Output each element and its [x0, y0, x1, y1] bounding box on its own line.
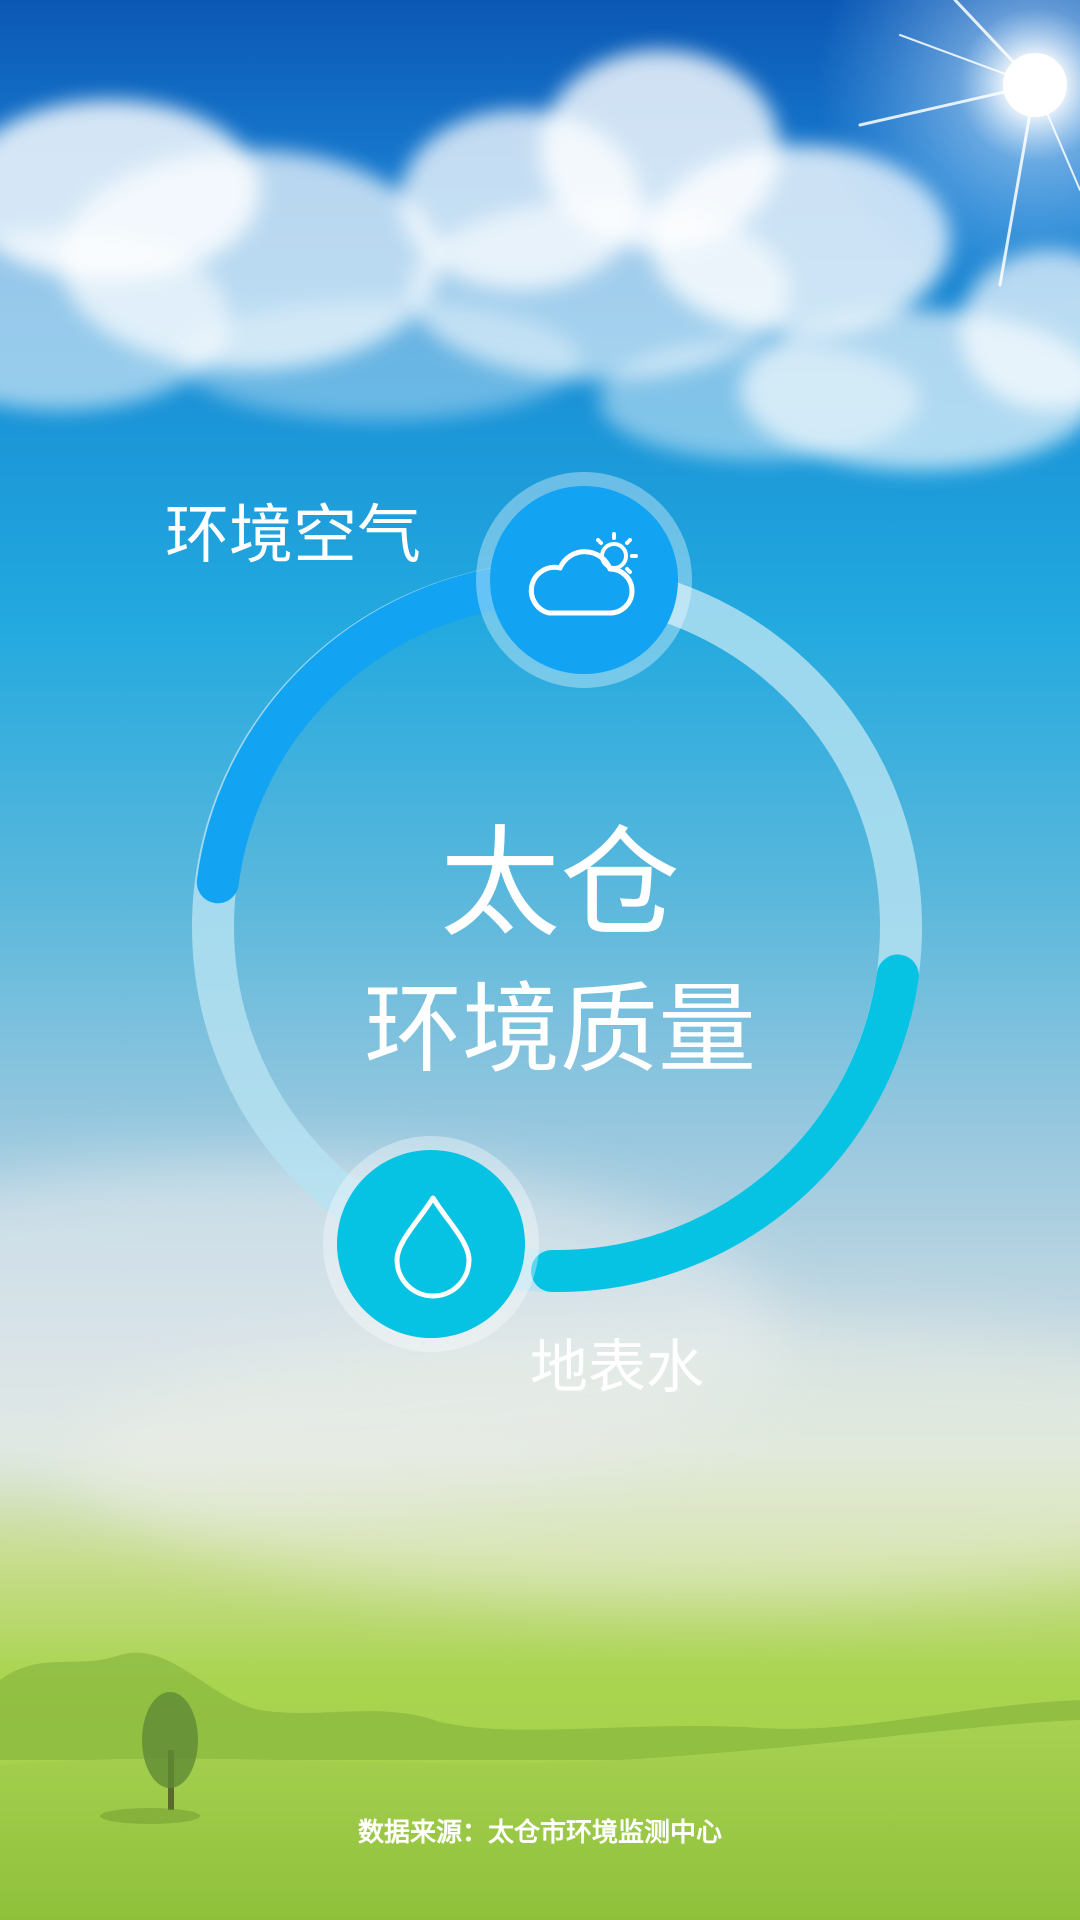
city-title: 太仓 — [440, 815, 680, 954]
environment-quality-title: 环境质量 — [363, 973, 756, 1087]
surface-water-button[interactable] — [323, 1136, 539, 1352]
data-source-footer: 数据来源：太仓市环境监测中心 — [357, 1818, 722, 1848]
air-quality-label[interactable]: 环境空气 — [165, 484, 421, 576]
quality-ring — [192, 472, 922, 1352]
surface-water-label[interactable]: 地表水 — [530, 1320, 704, 1404]
air-quality-button[interactable] — [476, 472, 692, 688]
